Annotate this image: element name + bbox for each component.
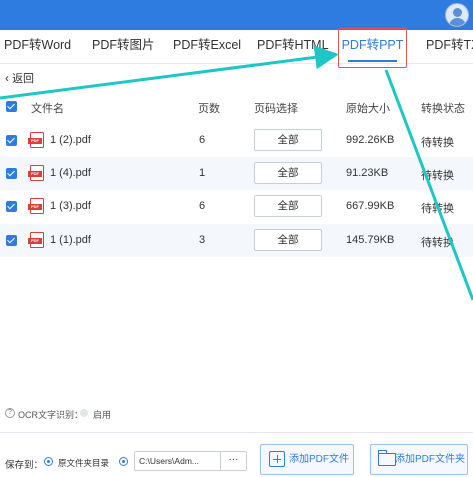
add-pdf-file-button[interactable]: 添加PDF文件 — [260, 444, 354, 475]
title-bar — [0, 0, 473, 30]
ocr-toggle[interactable] — [80, 409, 88, 417]
tab-pdf-to-txt[interactable]: PDF转TXT — [426, 30, 473, 64]
active-tab-underline — [348, 60, 397, 62]
back-link[interactable]: ‹ 返回 — [5, 70, 34, 86]
select-all-checkbox[interactable] — [6, 101, 17, 112]
page-select-button[interactable]: 全部 — [254, 162, 322, 184]
tab-label: PDF转Excel — [173, 38, 242, 52]
avatar-body-icon — [449, 18, 466, 26]
header-status: 转换状态 — [421, 103, 465, 115]
table-header: 文件名 页数 页码选择 原始大小 转换状态 — [0, 92, 473, 120]
header-pages: 页数 — [198, 103, 220, 115]
table-row[interactable]: PDF 1 (4).pdf 1 全部 91.23KB 待转换 — [0, 157, 473, 190]
tab-label: PDF转TXT — [426, 38, 473, 52]
tab-pdf-to-word[interactable]: PDF转Word — [4, 30, 71, 64]
file-name: 1 (4).pdf — [50, 167, 91, 179]
page-count: 3 — [199, 234, 206, 246]
table-row[interactable]: PDF 1 (2).pdf 6 全部 992.26KB 待转换 — [0, 124, 473, 157]
output-path-value: C:\Users\Adm... — [139, 456, 199, 466]
browse-button[interactable]: ··· — [220, 452, 246, 470]
file-name: 1 (3).pdf — [50, 200, 91, 212]
radio-source-folder-label: 原文件夹目录 — [58, 458, 110, 468]
file-name: 1 (2).pdf — [50, 134, 91, 146]
radio-custom-path[interactable] — [119, 457, 128, 466]
page-count: 6 — [199, 200, 206, 212]
tab-pdf-to-excel[interactable]: PDF转Excel — [173, 30, 241, 64]
conversion-tabs: PDF转Word PDF转图片 PDF转Excel PDF转HTML PDF转P… — [0, 30, 473, 64]
pdf-file-icon: PDF — [28, 198, 44, 214]
add-pdf-folder-label: 添加PDF文件夹 — [395, 454, 465, 465]
tab-label: PDF转PPT — [341, 38, 404, 52]
pdf-file-icon: PDF — [28, 132, 44, 148]
table-row[interactable]: PDF 1 (3).pdf 6 全部 667.99KB 待转换 — [0, 190, 473, 223]
original-size: 992.26KB — [346, 134, 395, 146]
page-count: 6 — [199, 134, 206, 146]
header-original-size: 原始大小 — [346, 103, 390, 115]
status-badge: 待转换 — [421, 203, 454, 215]
row-checkbox[interactable] — [6, 201, 17, 212]
tab-label: PDF转图片 — [92, 38, 155, 52]
tab-pdf-to-image[interactable]: PDF转图片 — [92, 30, 155, 64]
row-checkbox[interactable] — [6, 235, 17, 246]
plus-icon — [269, 451, 285, 467]
original-size: 145.79KB — [346, 234, 395, 246]
tab-pdf-to-ppt[interactable]: PDF转PPT — [338, 30, 407, 64]
add-pdf-folder-button[interactable]: 添加PDF文件夹 — [370, 444, 468, 475]
pdf-file-icon: PDF — [28, 232, 44, 248]
folder-icon — [378, 450, 396, 466]
output-path-field[interactable]: C:\Users\Adm... ··· — [134, 451, 247, 471]
radio-source-folder[interactable] — [44, 457, 53, 466]
page-select-button[interactable]: 全部 — [254, 229, 322, 251]
row-checkbox[interactable] — [6, 168, 17, 179]
avatar-head-icon — [453, 8, 462, 17]
chevron-left-icon: ‹ — [5, 71, 9, 85]
file-name: 1 (1).pdf — [50, 234, 91, 246]
status-badge: 待转换 — [421, 237, 454, 249]
pdf-file-icon: PDF — [28, 165, 44, 181]
question-icon[interactable]: ? — [5, 408, 15, 418]
tab-label: PDF转HTML — [257, 38, 329, 52]
tab-pdf-to-html[interactable]: PDF转HTML — [257, 30, 329, 64]
tab-label: PDF转Word — [4, 38, 72, 52]
original-size: 667.99KB — [346, 200, 395, 212]
ocr-enable-label: 启用 — [93, 410, 112, 420]
back-label: 返回 — [12, 73, 35, 85]
status-badge: 待转换 — [421, 170, 454, 182]
page-count: 1 — [199, 167, 206, 179]
user-avatar[interactable] — [445, 3, 469, 27]
status-badge: 待转换 — [421, 137, 454, 149]
original-size: 91.23KB — [346, 167, 389, 179]
table-row[interactable]: PDF 1 (1).pdf 3 全部 145.79KB 待转换 — [0, 224, 473, 257]
row-checkbox[interactable] — [6, 135, 17, 146]
page-select-button[interactable]: 全部 — [254, 195, 322, 217]
add-pdf-file-label: 添加PDF文件 — [289, 454, 349, 465]
ocr-label: OCR文字识别： — [18, 410, 83, 420]
header-page-select: 页码选择 — [254, 103, 298, 115]
page-select-button[interactable]: 全部 — [254, 129, 322, 151]
header-filename: 文件名 — [31, 103, 64, 115]
save-to-label: 保存到： — [5, 460, 44, 471]
